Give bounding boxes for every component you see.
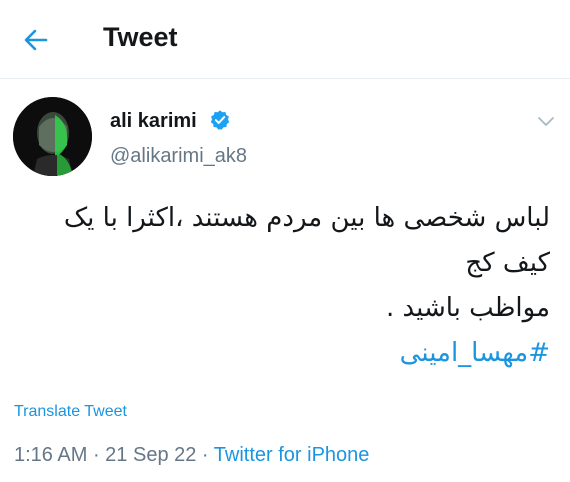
page-title: Tweet [103, 22, 178, 52]
tweet-date[interactable]: 21 Sep 22 [105, 444, 196, 466]
arrow-left-icon [24, 29, 48, 51]
tweet-menu-button[interactable] [533, 108, 559, 134]
tweet-time[interactable]: 1:16 AM [14, 444, 87, 466]
chevron-down-icon [538, 117, 554, 126]
author-handle[interactable]: @alikarimi_ak8 [110, 145, 247, 168]
avatar-image [13, 97, 92, 176]
back-button[interactable] [20, 24, 52, 56]
tweet-line: لباس شخصی ها بین مردم هستند ،اکثرا با یک [63, 203, 550, 233]
tweet-line: مواظب باشید . [385, 293, 550, 323]
tweet-header: Tweet [0, 0, 570, 78]
verified-badge-icon [209, 109, 231, 131]
avatar[interactable] [13, 97, 92, 176]
meta-separator: · [196, 444, 214, 466]
meta-separator: · [87, 444, 106, 466]
author-display-name[interactable]: ali karimi [110, 110, 197, 133]
tweet-source-link[interactable]: Twitter for iPhone [214, 444, 370, 466]
tweet-text: لباس شخصی ها بین مردم هستند ،اکثرا با یک… [10, 196, 550, 376]
header-divider [0, 78, 570, 79]
tweet-meta: 1:16 AM · 21 Sep 22 · Twitter for iPhone [14, 444, 369, 467]
tweet-line: کیف کج [465, 248, 550, 278]
hashtag-link[interactable]: #مهسا_امینی [10, 331, 550, 376]
translate-tweet-link[interactable]: Translate Tweet [14, 403, 127, 421]
